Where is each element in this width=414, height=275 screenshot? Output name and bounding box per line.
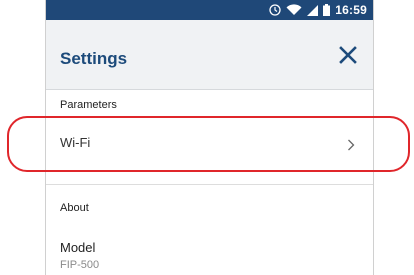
wifi-label: Wi-Fi: [60, 135, 91, 150]
cell-signal-icon: [307, 4, 319, 16]
section-divider: [46, 184, 373, 185]
model-value: FIP-500: [60, 259, 100, 271]
status-bar: 16:59: [46, 0, 373, 20]
status-time: 16:59: [335, 3, 367, 17]
battery-icon: [323, 4, 331, 16]
section-header-parameters: Parameters: [60, 99, 117, 111]
close-icon[interactable]: [337, 44, 359, 66]
chevron-right-icon: [347, 138, 355, 156]
wifi-icon: [286, 4, 302, 16]
alarm-clock-icon: [269, 4, 281, 16]
settings-item-wifi[interactable]: Wi-Fi: [46, 122, 373, 166]
model-label: Model: [60, 240, 96, 255]
section-header-about: About: [60, 202, 89, 214]
close-button[interactable]: [337, 44, 359, 66]
device-screen: 16:59 Settings Parameters Wi-Fi About Mo…: [45, 0, 374, 275]
page-title: Settings: [60, 49, 128, 68]
app-bar: Settings: [46, 20, 373, 90]
